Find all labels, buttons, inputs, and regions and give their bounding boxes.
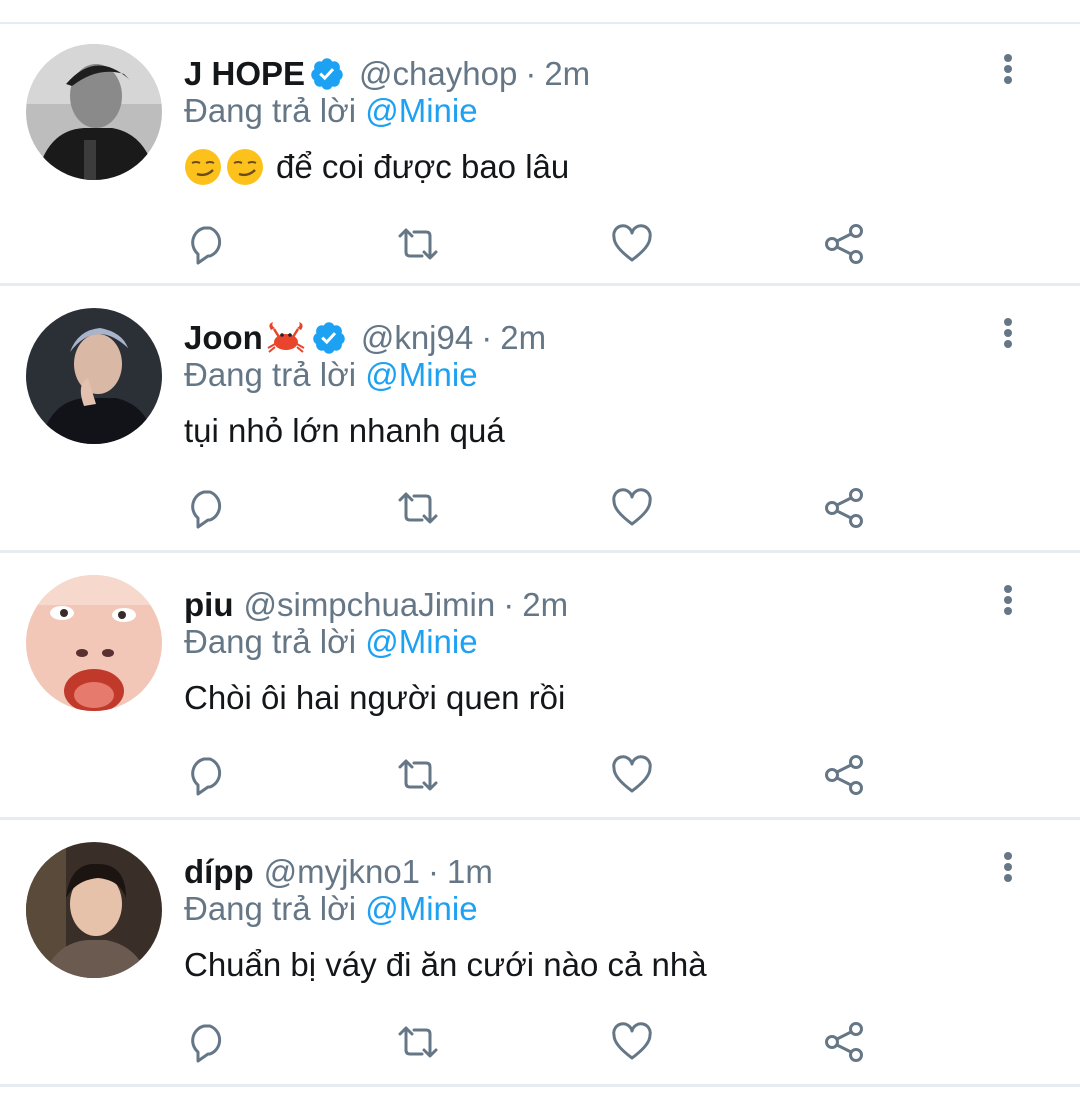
tweet-body: để coi được bao lâu — [276, 148, 570, 185]
tweet-header: J HOPE @chayhop · 2m — [184, 52, 970, 96]
timestamp[interactable]: 2m — [522, 586, 568, 624]
tweet-actions — [186, 486, 886, 530]
replying-prefix: Đang trả lời — [184, 92, 357, 129]
avatar[interactable] — [26, 44, 162, 180]
separator-dot: · — [525, 55, 537, 92]
share-icon[interactable] — [822, 753, 866, 797]
display-name[interactable]: dípp — [184, 853, 254, 891]
separator-dot: · — [503, 586, 515, 623]
reply-mention-link[interactable]: @Minie — [365, 623, 477, 660]
separator-dot: · — [481, 319, 493, 356]
retweet-icon[interactable] — [396, 486, 440, 530]
replying-prefix: Đang trả lời — [184, 890, 357, 927]
timestamp[interactable]: 2m — [544, 55, 590, 93]
display-name[interactable]: J HOPE — [184, 55, 305, 93]
tweet-card[interactable]: Joon @knj94 · 2m Đang trả lời @Minie tụi… — [0, 286, 1080, 553]
separator-dot: · — [428, 853, 440, 890]
reply-mention-link[interactable]: @Minie — [365, 890, 477, 927]
tweet-card[interactable]: J HOPE @chayhop · 2m Đang trả lời @Minie — [0, 22, 1080, 286]
tweet-header: dípp @myjkno1 · 1m — [184, 850, 970, 894]
more-vertical-icon[interactable] — [996, 52, 1020, 92]
replying-prefix: Đang trả lời — [184, 623, 357, 660]
reply-mention-link[interactable]: @Minie — [365, 92, 477, 129]
tweet-text: Chòi ôi hai người quen rồi — [184, 679, 565, 717]
tweet-header: Joon @knj94 · 2m — [184, 316, 970, 360]
reply-feed: J HOPE @chayhop · 2m Đang trả lời @Minie — [0, 22, 1080, 1087]
verified-badge-icon — [311, 320, 347, 356]
tweet-body: Chuẩn bị váy đi ăn cưới nào cả nhà — [184, 946, 707, 983]
user-handle[interactable]: @simpchuaJimin — [243, 586, 495, 624]
reply-icon[interactable] — [186, 1020, 230, 1064]
more-vertical-icon[interactable] — [996, 850, 1020, 890]
reply-icon[interactable] — [186, 753, 230, 797]
reply-icon[interactable] — [186, 222, 230, 266]
replying-to-line: Đang trả lời @Minie — [184, 356, 478, 394]
share-icon[interactable] — [822, 1020, 866, 1064]
tweet-actions — [186, 753, 886, 797]
avatar[interactable] — [26, 575, 162, 711]
tweet-body: tụi nhỏ lớn nhanh quá — [184, 412, 505, 449]
share-icon[interactable] — [822, 486, 866, 530]
replying-to-line: Đang trả lời @Minie — [184, 92, 478, 130]
verified-badge-icon — [309, 56, 345, 92]
tweet-text: Chuẩn bị váy đi ăn cưới nào cả nhà — [184, 946, 707, 984]
user-handle[interactable]: @chayhop — [359, 55, 517, 93]
crab-icon — [265, 320, 307, 356]
timestamp[interactable]: 1m — [447, 853, 493, 891]
tweet-text: tụi nhỏ lớn nhanh quá — [184, 412, 505, 450]
reply-mention-link[interactable]: @Minie — [365, 356, 477, 393]
tweet-actions — [186, 1020, 886, 1064]
avatar[interactable] — [26, 308, 162, 444]
smirking-face-icon — [184, 148, 222, 186]
display-name[interactable]: piu — [184, 586, 233, 624]
more-vertical-icon[interactable] — [996, 583, 1020, 623]
tweet-actions — [186, 222, 886, 266]
replying-to-line: Đang trả lời @Minie — [184, 623, 478, 661]
heart-icon[interactable] — [610, 1020, 654, 1064]
retweet-icon[interactable] — [396, 222, 440, 266]
heart-icon[interactable] — [610, 486, 654, 530]
tweet-header: piu @simpchuaJimin · 2m — [184, 583, 970, 627]
avatar[interactable] — [26, 842, 162, 978]
retweet-icon[interactable] — [396, 753, 440, 797]
user-handle[interactable]: @myjkno1 — [264, 853, 420, 891]
replying-to-line: Đang trả lời @Minie — [184, 890, 478, 928]
tweet-card[interactable]: dípp @myjkno1 · 1m Đang trả lời @Minie C… — [0, 820, 1080, 1087]
feed-top-divider — [0, 0, 1080, 24]
heart-icon[interactable] — [610, 753, 654, 797]
smirking-face-icon — [226, 148, 264, 186]
display-name[interactable]: Joon — [184, 319, 263, 357]
replying-prefix: Đang trả lời — [184, 356, 357, 393]
tweet-body: Chòi ôi hai người quen rồi — [184, 679, 566, 716]
timestamp[interactable]: 2m — [500, 319, 546, 357]
retweet-icon[interactable] — [396, 1020, 440, 1064]
tweet-card[interactable]: piu @simpchuaJimin · 2m Đang trả lời @Mi… — [0, 553, 1080, 820]
heart-icon[interactable] — [610, 222, 654, 266]
more-vertical-icon[interactable] — [996, 316, 1020, 356]
user-handle[interactable]: @knj94 — [361, 319, 473, 357]
share-icon[interactable] — [822, 222, 866, 266]
tweet-text: để coi được bao lâu — [184, 148, 569, 186]
reply-icon[interactable] — [186, 486, 230, 530]
